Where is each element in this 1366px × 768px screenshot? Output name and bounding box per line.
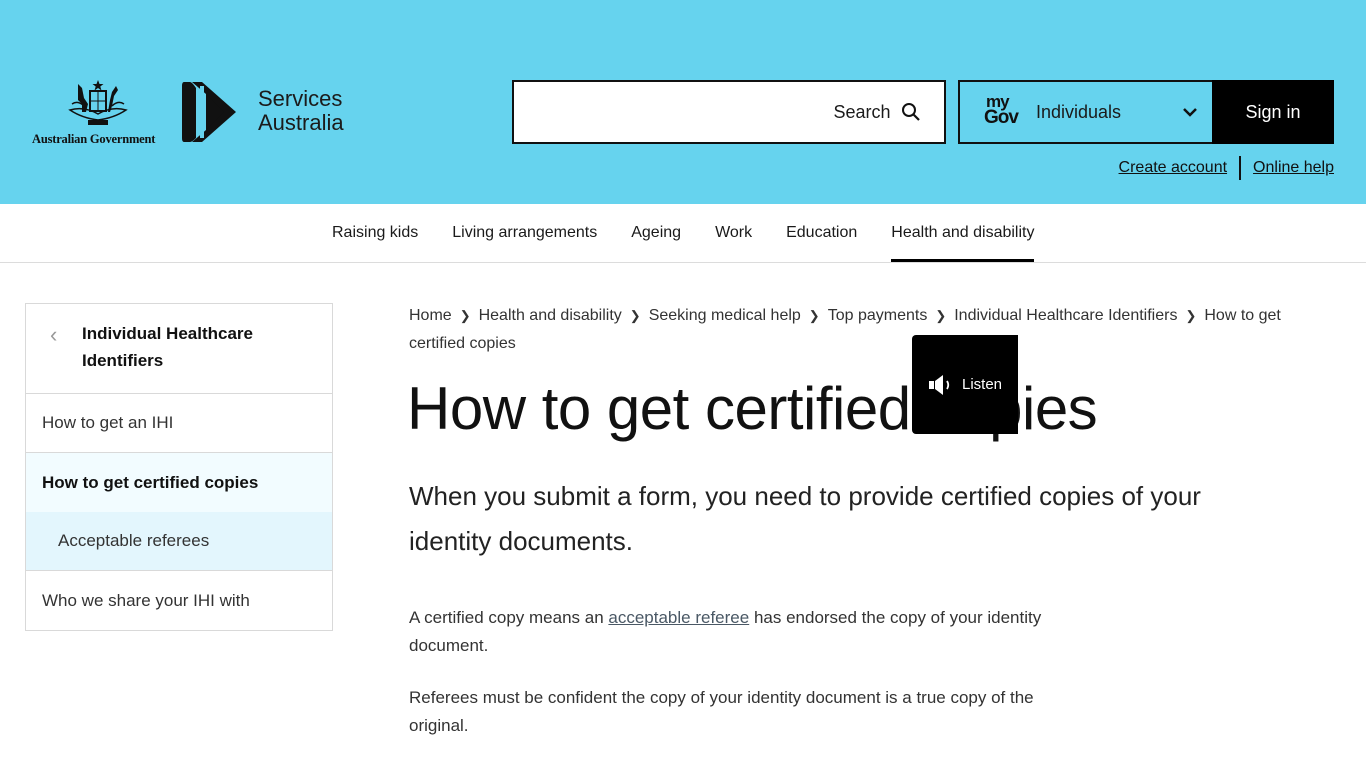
sign-in-button[interactable]: Sign in <box>1212 80 1334 144</box>
search-icon <box>901 103 920 121</box>
mygov-logo-line2: Gov <box>984 107 1019 128</box>
section-nav-item-how-to-get-ihi[interactable]: How to get an IHI <box>26 394 332 453</box>
chevron-right-icon: ❯ <box>459 308 471 323</box>
audience-select[interactable]: Individuals <box>1036 82 1212 142</box>
paragraph-text: A certified copy means an <box>409 608 609 627</box>
breadcrumb-home[interactable]: Home <box>409 307 452 324</box>
nav-item-work[interactable]: Work <box>715 204 752 262</box>
search-form: Search <box>512 80 946 144</box>
nav-item-education[interactable]: Education <box>786 204 857 262</box>
nav-item-ageing[interactable]: Ageing <box>631 204 681 262</box>
section-nav-item-acceptable-referees[interactable]: Acceptable referees <box>26 512 332 571</box>
nav-item-health-and-disability[interactable]: Health and disability <box>891 204 1035 262</box>
section-navigation: ‹ Individual Healthcare Identifiers How … <box>25 303 333 631</box>
breadcrumb-health-and-disability[interactable]: Health and disability <box>479 307 622 324</box>
search-input[interactable] <box>514 82 814 142</box>
mygov-sign-in-panel: my Gov Individuals Sign in <box>958 80 1334 144</box>
listen-button-label: Listen <box>961 376 1003 393</box>
chevron-right-icon: ❯ <box>935 308 947 323</box>
main-navigation: Raising kids Living arrangements Ageing … <box>0 204 1366 263</box>
online-help-link[interactable]: Online help <box>1253 159 1334 177</box>
coat-of-arms-icon <box>68 80 128 125</box>
services-australia-wordmark: Services Australia <box>258 87 344 135</box>
listen-button[interactable]: Listen <box>912 335 1018 434</box>
acceptable-referee-link[interactable]: acceptable referee <box>608 608 749 627</box>
breadcrumb-seeking-medical-help[interactable]: Seeking medical help <box>649 307 801 324</box>
lead-paragraph: When you submit a form, you need to prov… <box>409 481 1201 556</box>
australian-government-logo[interactable]: Australian Government <box>32 78 164 148</box>
body-paragraph: A certified copy means an acceptable ref… <box>409 604 1049 660</box>
nav-item-living-arrangements[interactable]: Living arrangements <box>452 204 597 262</box>
nav-item-raising-kids[interactable]: Raising kids <box>332 204 418 262</box>
create-account-link[interactable]: Create account <box>1119 159 1228 177</box>
header-links: Create account Online help <box>1119 156 1334 180</box>
section-nav-title[interactable]: Individual Healthcare Identifiers <box>82 320 302 374</box>
chevron-left-icon[interactable]: ‹ <box>50 322 57 348</box>
chevron-right-icon: ❯ <box>808 308 820 323</box>
site-header: Australian Government Services Australia… <box>0 0 1366 204</box>
breadcrumb-top-payments[interactable]: Top payments <box>828 307 928 324</box>
agency-name-line1: Services <box>258 86 343 111</box>
audience-select-value: Individuals <box>1036 101 1122 122</box>
agency-name-line2: Australia <box>258 110 344 135</box>
divider <box>1239 156 1242 180</box>
search-button-label: Search <box>833 101 891 122</box>
search-button[interactable]: Search <box>810 82 944 142</box>
chevron-down-icon <box>1183 108 1197 117</box>
breadcrumb-individual-healthcare-identifiers[interactable]: Individual Healthcare Identifiers <box>954 307 1177 324</box>
chevron-right-icon: ❯ <box>1185 308 1197 323</box>
breadcrumb: Home ❯ Health and disability ❯ Seeking medic… <box>409 302 1339 358</box>
services-australia-logo-icon[interactable] <box>180 80 240 144</box>
speaker-icon <box>928 374 950 395</box>
chevron-right-icon: ❯ <box>629 308 641 323</box>
body-paragraph: Referees must be confident the copy of y… <box>409 688 1034 735</box>
section-nav-header[interactable]: ‹ Individual Healthcare Identifiers <box>26 304 332 394</box>
section-nav-item-who-we-share-with[interactable]: Who we share your IHI with <box>26 571 332 630</box>
australian-government-text: Australian Government <box>32 132 156 146</box>
mygov-logo: my Gov <box>984 93 1019 128</box>
section-nav-item-certified-copies[interactable]: How to get certified copies <box>26 453 332 512</box>
